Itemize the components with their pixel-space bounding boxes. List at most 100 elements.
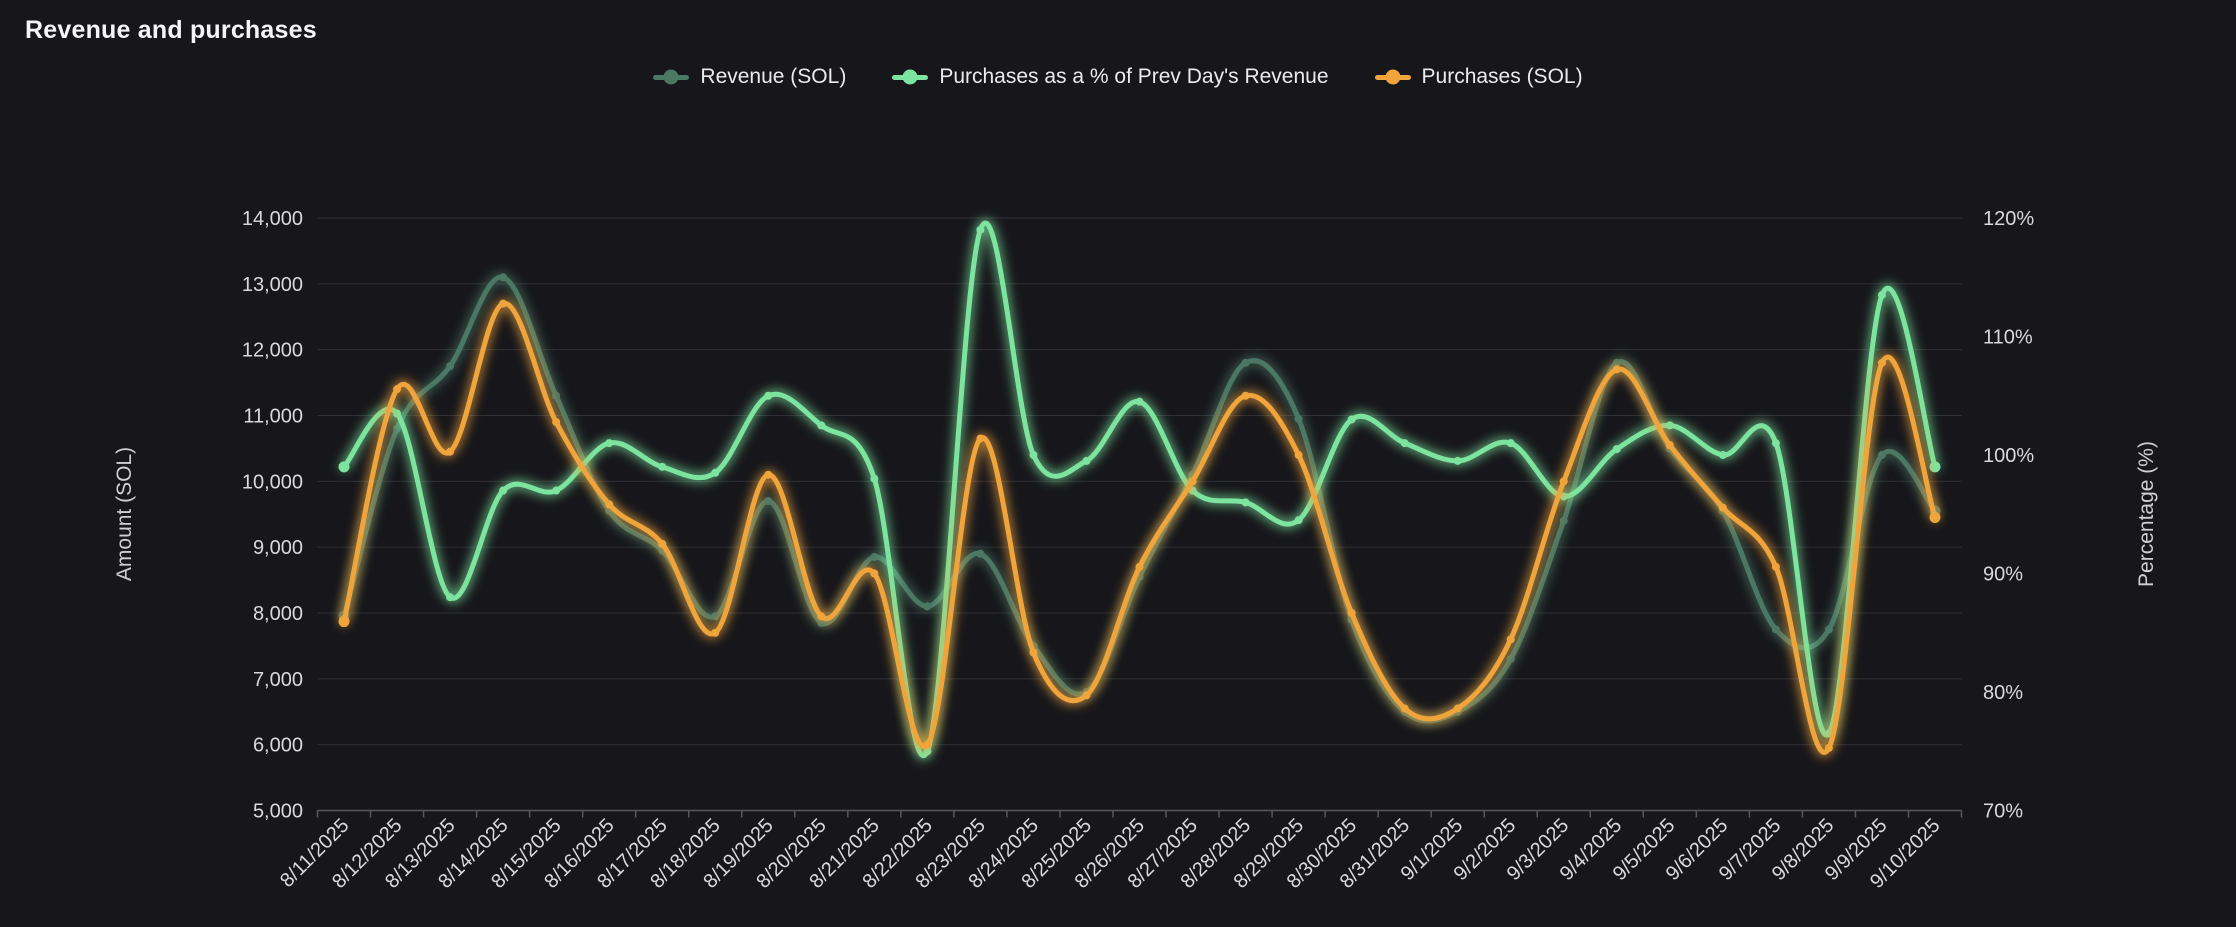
data-point xyxy=(446,362,454,370)
series-line-1 xyxy=(344,223,1935,756)
data-point xyxy=(605,439,613,447)
data-point xyxy=(552,487,560,495)
data-point xyxy=(552,392,560,400)
y-axis-right-tick-label: 80% xyxy=(1983,682,2023,704)
data-point xyxy=(1295,415,1303,423)
y-axis-right-tick-label: 100% xyxy=(1983,445,2034,467)
data-point xyxy=(1348,609,1356,617)
data-point xyxy=(1295,451,1303,459)
legend-item-0[interactable]: Revenue (SOL) xyxy=(653,65,846,89)
data-point xyxy=(1719,451,1727,459)
series-glow-2 xyxy=(344,303,1935,752)
legend-item-1[interactable]: Purchases as a % of Prev Day's Revenue xyxy=(892,65,1328,89)
chart-title: Revenue and purchases xyxy=(25,16,317,45)
data-point xyxy=(658,463,666,471)
data-point xyxy=(870,475,878,483)
data-point xyxy=(1136,398,1144,406)
data-point xyxy=(1507,439,1515,447)
data-point xyxy=(446,593,454,601)
data-point xyxy=(1029,649,1037,657)
data-point xyxy=(1613,445,1621,453)
legend-line-dot-icon xyxy=(892,69,928,85)
data-point xyxy=(605,500,613,508)
data-point xyxy=(923,741,931,749)
data-point xyxy=(1772,625,1780,633)
series-glow-0 xyxy=(344,277,1935,721)
data-point xyxy=(1136,563,1144,571)
data-point xyxy=(764,471,772,479)
data-point xyxy=(1878,291,1886,299)
y-axis-left-tick-label: 6,000 xyxy=(253,735,303,757)
y-axis-left-tick-label: 10,000 xyxy=(242,471,303,493)
data-point xyxy=(499,487,507,495)
y-axis-right-tick-label: 110% xyxy=(1983,327,2033,349)
y-axis-left-tick-label: 7,000 xyxy=(253,669,303,691)
data-point xyxy=(870,570,878,578)
data-point xyxy=(1242,498,1250,506)
data-point xyxy=(1454,704,1462,712)
data-point xyxy=(711,612,719,620)
data-point xyxy=(1242,392,1250,400)
data-point xyxy=(1825,625,1833,633)
data-point xyxy=(1029,451,1037,459)
y-axis-left-tick-label: 12,000 xyxy=(242,340,303,362)
chart-canvas[interactable]: 5,000 6,000 7,000 8,000 9,000 10,000 11,000 12,… xyxy=(0,0,2236,922)
data-point xyxy=(658,540,666,548)
y-axis-right-tick-label: 120% xyxy=(1983,208,2034,230)
data-point xyxy=(817,612,825,620)
data-point xyxy=(1507,635,1515,643)
data-point xyxy=(1560,517,1568,525)
data-point xyxy=(923,602,931,610)
legend-label: Purchases (SOL) xyxy=(1422,65,1583,89)
data-point xyxy=(1929,461,1940,472)
data-point xyxy=(764,497,772,505)
data-point xyxy=(1719,504,1727,512)
series-glow-1 xyxy=(344,223,1935,756)
data-point xyxy=(1878,451,1886,459)
data-point xyxy=(339,616,350,627)
y-axis-left-tick-label: 11,000 xyxy=(243,406,303,428)
y-axis-left-tick-label: 9,000 xyxy=(253,537,303,559)
data-point xyxy=(1772,563,1780,571)
y-axis-left-tick-label: 13,000 xyxy=(242,274,303,296)
data-point xyxy=(393,385,401,393)
data-point xyxy=(339,461,350,472)
data-point xyxy=(976,550,984,558)
series-line-2 xyxy=(344,303,1935,752)
data-point xyxy=(1929,512,1940,523)
y-axis-left-tick-label: 5,000 xyxy=(253,801,303,823)
data-point xyxy=(1082,691,1090,699)
data-point xyxy=(1082,457,1090,465)
legend-item-2[interactable]: Purchases (SOL) xyxy=(1375,65,1583,89)
y-axis-right-tick-label: 70% xyxy=(1983,801,2023,823)
data-point xyxy=(1401,439,1409,447)
y-axis-left-tick-label: 14,000 xyxy=(242,208,303,230)
data-point xyxy=(393,410,401,418)
data-point xyxy=(711,469,719,477)
data-point xyxy=(1401,704,1409,712)
y-axis-right-name: Percentage (%) xyxy=(2135,441,2158,587)
legend-label: Purchases as a % of Prev Day's Revenue xyxy=(939,65,1328,89)
revenue-purchases-chart: Revenue and purchases Revenue (SOL) Purch… xyxy=(0,0,2236,922)
data-point xyxy=(1772,439,1780,447)
data-point xyxy=(552,418,560,426)
data-point xyxy=(711,629,719,637)
data-point xyxy=(1613,365,1621,373)
data-point xyxy=(499,273,507,281)
data-point xyxy=(1507,655,1515,663)
y-axis-right-tick-label: 90% xyxy=(1983,564,2023,586)
data-point xyxy=(870,553,878,561)
data-point xyxy=(1348,415,1356,423)
legend-line-dot-icon xyxy=(653,69,689,85)
legend-label: Revenue (SOL) xyxy=(700,65,846,89)
chart-legend: Revenue (SOL) Purchases as a % of Prev Da… xyxy=(0,60,2236,94)
data-point xyxy=(1825,744,1833,752)
data-point xyxy=(764,392,772,400)
data-point xyxy=(1242,359,1250,367)
data-point xyxy=(1560,477,1568,485)
data-point xyxy=(976,435,984,443)
data-point xyxy=(446,448,454,456)
series-line-0 xyxy=(344,277,1935,721)
y-axis-left-tick-label: 8,000 xyxy=(253,603,303,625)
data-point xyxy=(976,226,984,234)
